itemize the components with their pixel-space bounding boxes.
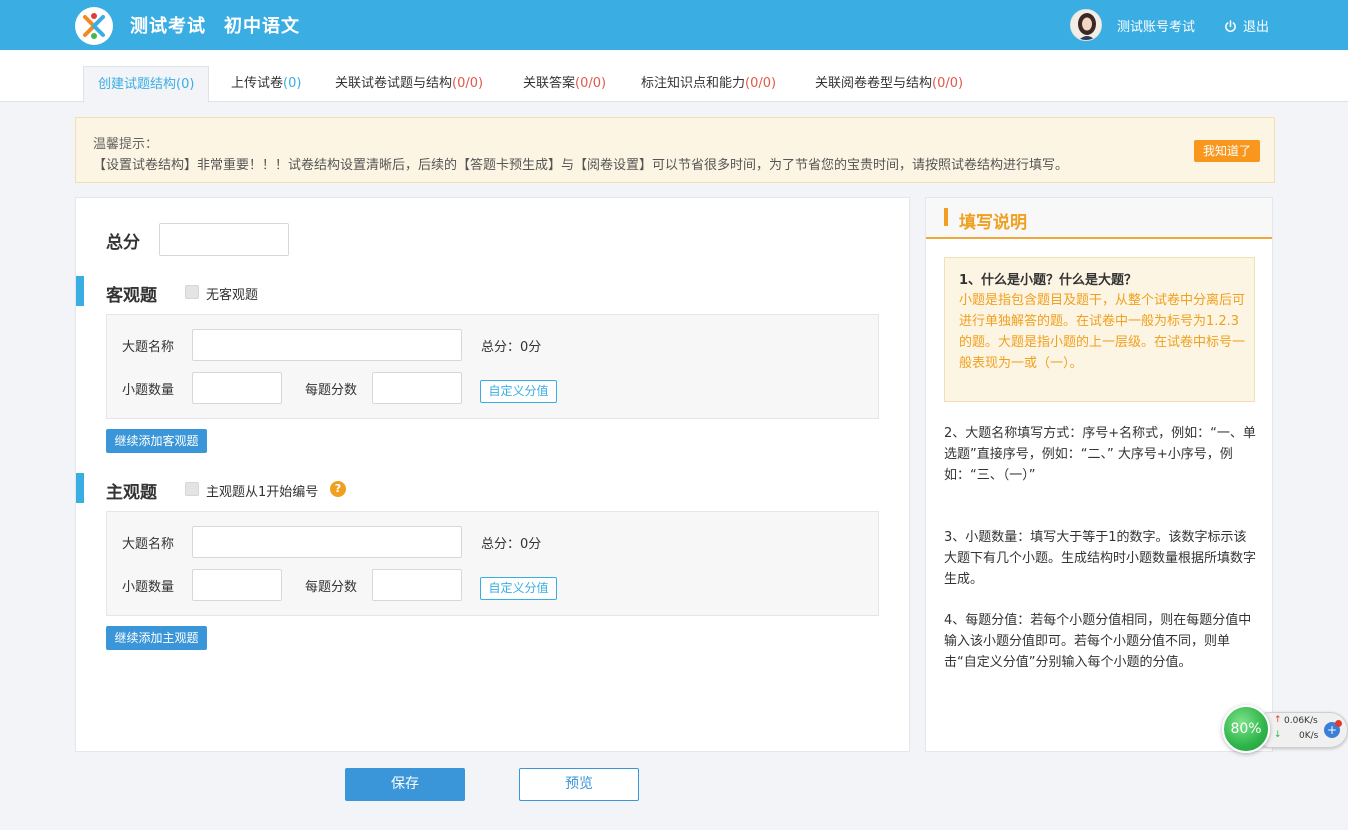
structure-form: 总分 客观题 无客观题 大题名称 总分：0分 小题数量 每题分数 自定义分值 继…: [75, 197, 910, 752]
tab-label: 标注知识点和能力: [641, 76, 746, 91]
logo-icon: [75, 7, 113, 45]
score-per-input[interactable]: [372, 569, 462, 601]
no-objective-label: 无客观题: [206, 288, 259, 303]
top-header: 测试考试 初中语文 测试账号考试 退出: [0, 0, 1348, 50]
score-per-label: 每题分数: [305, 580, 358, 595]
number-from-one-label: 主观题从1开始编号: [206, 485, 319, 500]
notice-text: 【设置试卷结构】非常重要！！！试卷结构设置清晰后，后续的【答题卡预生成】与【阅卷…: [93, 158, 1069, 173]
tab-label: 关联阅卷卷型与结构: [815, 76, 933, 91]
custom-score-button[interactable]: 自定义分值: [480, 380, 557, 403]
notice-title: 温馨提示：: [93, 137, 159, 152]
speed-percent[interactable]: 80%: [1222, 705, 1270, 753]
header-accent: [944, 208, 948, 226]
tab-count: (0/0): [745, 76, 777, 91]
add-subjective-button[interactable]: 继续添加主观题: [106, 626, 207, 650]
block-total-score: 总分：0分: [481, 537, 542, 552]
tab-count: (0/0): [932, 76, 964, 91]
sub-count-input[interactable]: [192, 569, 282, 601]
save-button[interactable]: 保存: [345, 768, 465, 801]
add-objective-button[interactable]: 继续添加客观题: [106, 429, 207, 453]
tab-label: 创建试题结构: [98, 77, 177, 92]
instruction-sub-count: 3、小题数量：填写大于等于1的数字。该数字标示该大题下有几个小题。生成结构时小题…: [944, 530, 1257, 587]
network-speed-widget[interactable]: 80% ↑ 0.06K/s ↓ 0K/s +: [1222, 705, 1348, 755]
question-name-label: 大题名称: [122, 340, 175, 355]
question-name-input[interactable]: [192, 526, 462, 558]
no-objective-checkbox[interactable]: [185, 285, 199, 299]
dismiss-notice-button[interactable]: 我知道了: [1194, 140, 1260, 162]
notification-dot: [1335, 720, 1342, 727]
logout-button[interactable]: 退出: [1224, 16, 1269, 35]
tab-link-answers[interactable]: 关联答案(0/0): [523, 66, 606, 102]
power-icon: [1225, 20, 1236, 32]
tab-count: (0): [176, 77, 195, 92]
upload-speed: 0.06K/s: [1284, 716, 1318, 726]
definition-question: 1、什么是小题？什么是大题？: [959, 273, 1138, 288]
download-speed: 0K/s: [1299, 731, 1319, 741]
section-marker: [76, 473, 84, 503]
section-marker: [76, 276, 84, 306]
upload-arrow-icon: ↑: [1274, 715, 1282, 725]
instructions-header: 填写说明: [926, 198, 1272, 239]
score-per-label: 每题分数: [305, 383, 358, 398]
preview-button[interactable]: 预览: [519, 768, 639, 801]
tab-count: (0): [283, 76, 302, 91]
logout-label: 退出: [1243, 20, 1270, 35]
block-total-score: 总分：0分: [481, 340, 542, 355]
tab-label: 关联答案: [523, 76, 576, 91]
objective-section-title: 客观题: [106, 286, 157, 306]
instruction-score: 4、每题分值：若每个小题分值相同，则在每题分值中输入该小题分值即可。若每个小题分…: [944, 613, 1252, 670]
definition-answer: 小题是指包含题目及题干，从整个试卷中分离后可进行单独解答的题。在试卷中一般为标号…: [959, 293, 1246, 371]
brand-name: 测试考试: [130, 16, 206, 37]
tab-count: (0/0): [575, 76, 607, 91]
definition-box: 1、什么是小题？什么是大题？ 小题是指包含题目及题干，从整个试卷中分离后可进行单…: [944, 257, 1255, 402]
subjective-question-block: 大题名称 总分：0分 小题数量 每题分数 自定义分值: [106, 511, 879, 616]
instructions-panel: 填写说明 1、什么是小题？什么是大题？ 小题是指包含题目及题干，从整个试卷中分离…: [925, 197, 1273, 752]
total-score-label: 总分: [106, 233, 140, 253]
tab-knowledge-points[interactable]: 标注知识点和能力(0/0): [641, 66, 776, 102]
instruction-name-format: 2、大题名称填写方式：序号+名称式，例如：“一、单选题”直接序号，例如：“二、”…: [944, 426, 1256, 483]
tab-link-questions[interactable]: 关联试卷试题与结构(0/0): [335, 66, 483, 102]
tab-marking-structure[interactable]: 关联阅卷卷型与结构(0/0): [815, 66, 963, 102]
subjective-section-title: 主观题: [106, 483, 157, 503]
sub-count-input[interactable]: [192, 372, 282, 404]
tab-label: 上传试卷: [231, 76, 284, 91]
tip-notice: 温馨提示： 【设置试卷结构】非常重要！！！试卷结构设置清晰后，后续的【答题卡预生…: [75, 117, 1275, 183]
subject-name: 初中语文: [224, 16, 300, 37]
tab-upload-paper[interactable]: 上传试卷(0): [231, 66, 301, 102]
custom-score-button[interactable]: 自定义分值: [480, 577, 557, 600]
number-from-one-checkbox[interactable]: [185, 482, 199, 496]
tab-count: (0/0): [452, 76, 484, 91]
total-score-input[interactable]: [159, 223, 289, 256]
avatar[interactable]: [1070, 9, 1102, 41]
user-name[interactable]: 测试账号考试: [1117, 16, 1195, 35]
step-tabs: 创建试题结构(0) 上传试卷(0) 关联试卷试题与结构(0/0) 关联答案(0/…: [0, 50, 1348, 103]
instructions-title: 填写说明: [959, 213, 1027, 233]
tab-label: 关联试卷试题与结构: [335, 76, 453, 91]
help-icon[interactable]: ?: [330, 481, 346, 497]
tab-create-structure[interactable]: 创建试题结构(0): [83, 66, 210, 103]
question-name-input[interactable]: [192, 329, 462, 361]
score-per-input[interactable]: [372, 372, 462, 404]
sub-count-label: 小题数量: [122, 580, 175, 595]
question-name-label: 大题名称: [122, 537, 175, 552]
download-arrow-icon: ↓: [1274, 730, 1282, 740]
objective-question-block: 大题名称 总分：0分 小题数量 每题分数 自定义分值: [106, 314, 879, 419]
brand-title: 测试考试 初中语文: [130, 12, 300, 38]
sub-count-label: 小题数量: [122, 383, 175, 398]
